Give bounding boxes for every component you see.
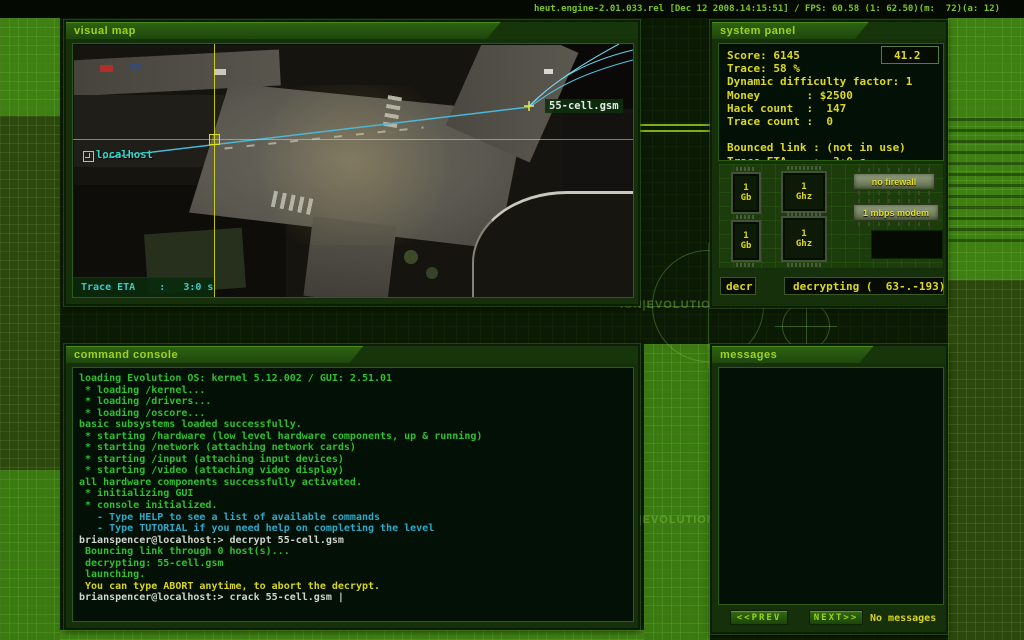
- map-trace-eta-text: Trace ETA : 3:0 s: [81, 282, 214, 293]
- visual-map-title: visual map: [74, 25, 136, 37]
- system-panel: system panel Score: 6145 Trace: 58 % Dynam…: [710, 20, 948, 308]
- background-mid-left-bottom: [0, 470, 60, 640]
- console-line: brianspencer@localhost:> decrypt 55-cell…: [79, 534, 344, 546]
- console-line: * loading /kernel...: [79, 384, 206, 396]
- modem-badge-label: 1 mbps modem: [862, 207, 929, 218]
- system-stat-line: Hack count : 147: [727, 101, 847, 115]
- ram-chip-icon: 1 Gb: [731, 167, 761, 219]
- localhost-node-icon: [83, 151, 94, 162]
- ram-chip-unit: Gb: [740, 241, 752, 251]
- visual-map-titlebar: visual map: [66, 22, 638, 39]
- command-console-titlebar: command console: [66, 346, 638, 363]
- system-stat-line: [727, 128, 943, 141]
- crosshair-vertical-line: [214, 44, 215, 297]
- visual-map-viewport: localhost 55-cell.gsm Trace ETA : 3:0 s: [72, 43, 634, 298]
- engine-info-text: heut.engine-2.01.033.rel [Dec 12 2008.14…: [534, 4, 1000, 14]
- hardware-empty-slot: [871, 230, 943, 259]
- background-olive-left: [0, 116, 60, 470]
- system-stat-line: Dynamic difficulty factor: 1: [727, 75, 913, 89]
- cpu-chip-unit: Ghz: [795, 239, 813, 249]
- decrypt-process-button[interactable]: decr: [720, 277, 756, 295]
- ram-chip-value: 1: [743, 231, 749, 241]
- system-panel-title: system panel: [720, 25, 796, 37]
- localhost-label: localhost: [96, 149, 153, 161]
- cpu-chip-value: 1: [801, 182, 807, 192]
- console-line: brianspencer@localhost:> crack 55-cell.g…: [79, 592, 344, 604]
- system-stat-line: Trace: 58 %: [727, 62, 800, 76]
- system-stats-lines: Score: 6145 Trace: 58 % Dynamic difficulty…: [727, 49, 943, 161]
- map-trace-eta-bar: Trace ETA : 3:0 s: [73, 277, 214, 297]
- cpu-chip-icon: 1 Ghz: [781, 211, 827, 267]
- console-line: You can type ABORT anytime, to abort the…: [79, 580, 381, 592]
- cpu-chip-icon: 1 Ghz: [781, 166, 827, 218]
- ram-chip-value: 1: [743, 183, 749, 193]
- trace-route-lines: [102, 44, 633, 159]
- console-line: * console initialized.: [79, 500, 218, 512]
- target-host-label: 55-cell.gsm: [545, 99, 623, 113]
- system-stat-line: Bounced link : (not in use): [727, 141, 906, 155]
- console-line: Bouncing link through 0 host(s)...: [79, 546, 290, 558]
- prev-message-button[interactable]: <<PREV: [730, 610, 788, 625]
- console-line: * starting /hardware (low level hardware…: [79, 430, 483, 442]
- console-line: * starting /input (attaching input devic…: [79, 453, 344, 465]
- system-stats-box: Score: 6145 Trace: 58 % Dynamic difficulty…: [718, 43, 944, 161]
- crosshair-box-icon: [209, 134, 220, 145]
- decrypt-status-text: decrypting ( 63-.-193): [793, 279, 946, 293]
- background-olive-right: [948, 280, 1024, 640]
- firewall-badge: no firewall: [853, 168, 935, 195]
- background-mid-center-gap: [644, 344, 710, 640]
- engine-status-bar: heut.engine-2.01.033.rel [Dec 12 2008.14…: [0, 0, 1024, 18]
- system-panel-titlebar: system panel: [712, 22, 946, 39]
- console-line: all hardware components successfully act…: [79, 476, 362, 488]
- ram-chip-icon: 1 Gb: [731, 215, 761, 267]
- console-line: * loading /drivers...: [79, 396, 212, 408]
- background-bright-bottom-strip: [60, 630, 644, 640]
- trace-gauge: 41.2: [881, 46, 939, 64]
- background-bright-topleft: [0, 18, 60, 116]
- system-panel-tab: system panel: [712, 22, 869, 39]
- hardware-area: 1 Gb 1 Ghz 1 Gb 1 Ghz no firewall 1 mbps…: [718, 163, 944, 269]
- console-line: launching.: [79, 569, 146, 581]
- visual-map-tab: visual map: [66, 22, 501, 39]
- ram-chip-unit: Gb: [740, 193, 752, 203]
- console-line: basic subsystems loaded successfully.: [79, 419, 302, 431]
- background-connector-line: [640, 130, 712, 132]
- console-lines: loading Evolution OS: kernel 5.12.002 / …: [79, 373, 633, 604]
- console-line: decrypting: 55-cell.gsm: [79, 557, 224, 569]
- decrypt-status-box: decrypting ( 63-.-193): [784, 277, 946, 295]
- cpu-chip-unit: Ghz: [795, 192, 813, 202]
- console-line: - Type TUTORIAL if you need help on comp…: [79, 523, 435, 535]
- trace-gauge-value: 41.2: [894, 48, 921, 62]
- next-message-button[interactable]: NEXT>>: [809, 610, 863, 625]
- messages-tab: messages: [712, 346, 873, 363]
- console-line: - Type HELP to see a list of available c…: [79, 511, 381, 523]
- console-line: * starting /video (attaching video displ…: [79, 465, 344, 477]
- background-connector-line: [640, 124, 712, 126]
- messages-title: messages: [720, 349, 778, 361]
- system-stat-line: Trace ETA : 3:0 s: [727, 154, 867, 161]
- command-console-panel: command console loading Evolution OS: ke…: [64, 344, 640, 630]
- system-stat-line: Money : $2500: [727, 88, 853, 102]
- console-line: * starting /network (attaching network c…: [79, 442, 356, 454]
- system-stat-line: Trace count : 0: [727, 114, 833, 128]
- command-console-tab: command console: [66, 346, 363, 363]
- visual-map-panel: visual map localhost 55-cell.gsm Trace E…: [64, 20, 640, 306]
- messages-list: [718, 367, 944, 605]
- messages-titlebar: messages: [712, 346, 946, 363]
- messages-status-text: No messages: [870, 613, 937, 624]
- console-output[interactable]: loading Evolution OS: kernel 5.12.002 / …: [72, 367, 634, 622]
- background-hud-ring: [775, 295, 837, 357]
- modem-badge: 1 mbps modem: [853, 199, 939, 226]
- background-stripes-right: [948, 118, 1024, 248]
- decrypt-process-label: decr: [726, 279, 753, 293]
- cpu-chip-value: 1: [801, 229, 807, 239]
- console-line: * initializing GUI: [79, 488, 194, 500]
- console-line: loading Evolution OS: kernel 5.12.002 / …: [79, 373, 393, 384]
- command-console-title: command console: [74, 349, 179, 361]
- messages-panel: messages <<PREV NEXT>> No messages: [710, 344, 948, 634]
- crosshair-horizontal-line: [73, 139, 633, 140]
- firewall-badge-label: no firewall: [871, 176, 917, 187]
- console-line: * loading /oscore...: [79, 407, 206, 419]
